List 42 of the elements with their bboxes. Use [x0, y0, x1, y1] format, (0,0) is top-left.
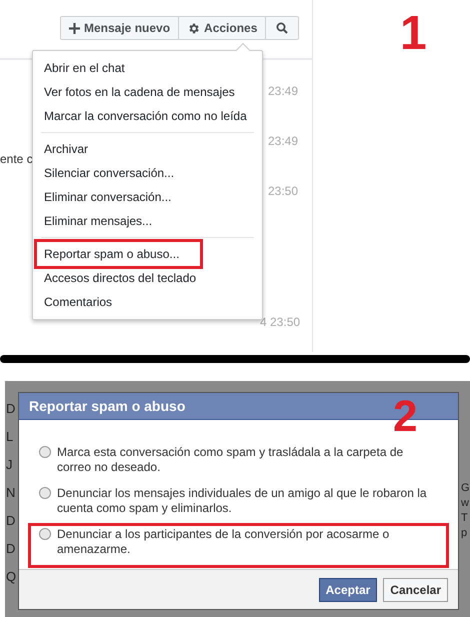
accept-button[interactable]: Aceptar — [318, 578, 378, 602]
conversation-name: D — [6, 512, 16, 530]
option-label: Marca esta conversación como spam y trasládala a la carpeta de correo no deseado. — [57, 445, 404, 475]
menu-item[interactable]: Abrir en el chat — [33, 56, 262, 80]
menu-item[interactable]: Eliminar conversación... — [33, 185, 262, 209]
conversation-name: L — [6, 428, 14, 446]
menu-item[interactable]: Reportar spam o abuso... — [37, 242, 200, 266]
conversation-name: D — [6, 540, 16, 558]
conversation-name: N — [6, 484, 16, 502]
menu-item[interactable]: Marcar la conversación como no leída — [33, 104, 262, 128]
search-button[interactable] — [265, 17, 298, 39]
dialog-title: Reportar spam o abuso — [29, 396, 186, 416]
plus-icon — [69, 22, 80, 34]
menu-item[interactable]: Archivar — [33, 137, 262, 161]
timestamp: 4 23:50 — [260, 314, 300, 331]
new-message-button[interactable]: Mensaje nuevo — [61, 17, 178, 39]
menu-item[interactable]: Eliminar mensajes... — [33, 209, 262, 233]
radio-button[interactable] — [39, 446, 51, 458]
post-text: w — [461, 496, 470, 511]
step-number: 1 — [400, 10, 427, 58]
gear-icon — [187, 22, 200, 34]
conversation-name: D — [6, 400, 16, 418]
option-label: Denunciar los mensajes individuales de un amigo al que le robaron la cuenta como spam y eliminarlos. — [57, 486, 428, 516]
cancel-button[interactable]: Cancelar — [383, 578, 448, 602]
search-icon — [276, 22, 288, 34]
menu-item[interactable]: Ver fotos en la cadena de mensajes — [33, 80, 262, 104]
menu-item[interactable]: Comentarios — [33, 290, 262, 314]
actions-button[interactable]: Acciones — [178, 17, 266, 39]
message-snippet: ente c — [0, 151, 33, 168]
post-text: G — [461, 481, 470, 496]
menu-item[interactable]: Accesos directos del teclado — [33, 266, 262, 290]
conversation-name: Q — [6, 568, 18, 586]
timestamp: 23:50 — [268, 183, 298, 200]
option-label: Denunciar a los participantes de la conversión por acosarme o amenazarme. — [57, 527, 390, 557]
menu-item[interactable]: Silenciar conversación... — [33, 161, 262, 185]
radio-button[interactable] — [39, 487, 51, 499]
post-text: p — [461, 526, 468, 541]
conversation-name: J — [6, 456, 14, 474]
timestamp: 23:49 — [268, 133, 298, 150]
post-text: T — [461, 511, 469, 526]
timestamp: 23:49 — [268, 83, 298, 100]
radio-button[interactable] — [39, 528, 51, 540]
